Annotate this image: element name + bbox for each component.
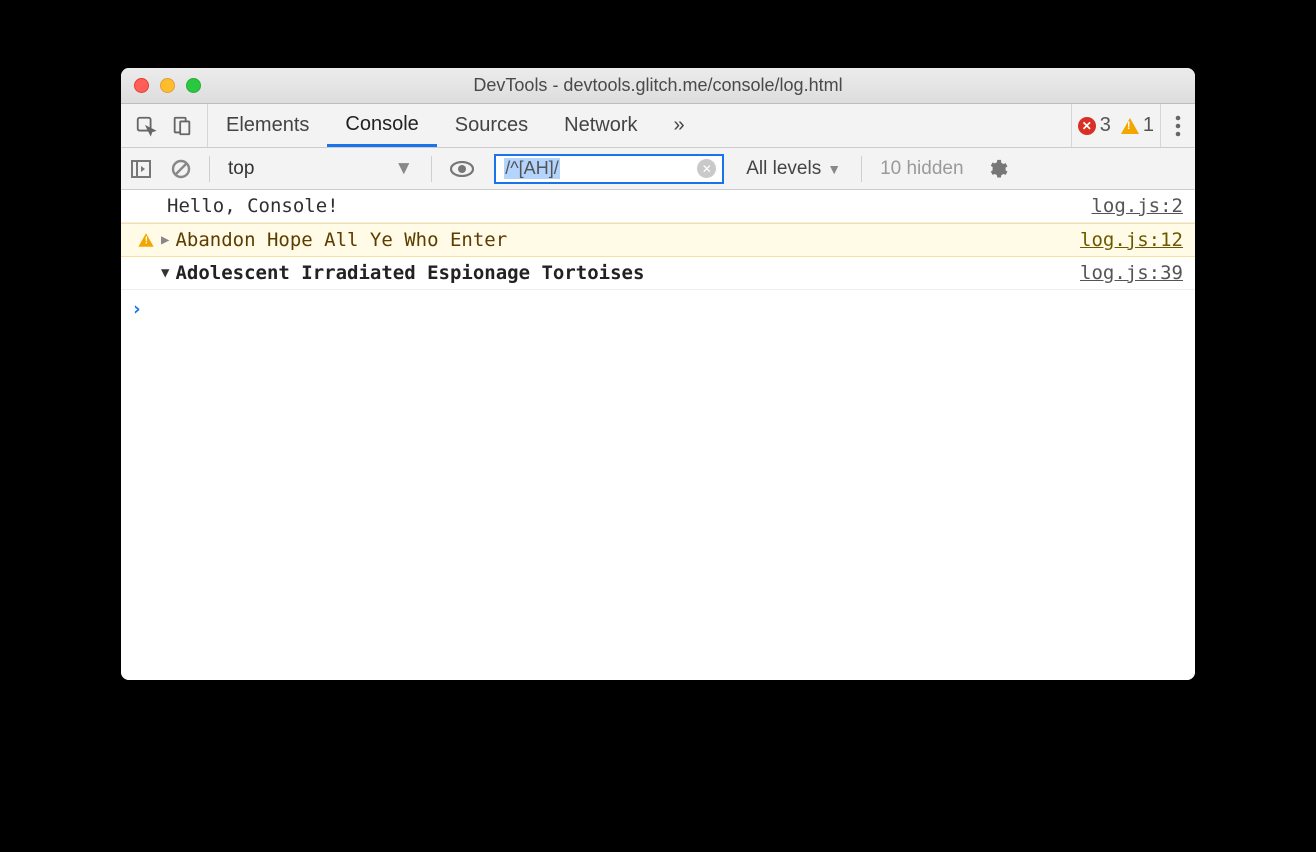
chevron-down-icon: ▼ [827,161,841,177]
main-tabbar: Elements Console Sources Network » ✕ 3 1 [121,104,1195,148]
tab-console[interactable]: Console [327,104,436,147]
live-expression-icon[interactable] [440,161,484,177]
console-prompt[interactable]: › [121,290,1195,328]
levels-label: All levels [746,158,821,180]
chevron-down-icon: ▼ [394,158,413,180]
source-link[interactable]: log.js:2 [1091,195,1183,217]
more-menu-icon[interactable] [1161,104,1195,147]
console-output: Hello, Console! log.js:2 ▶ Abandon Hope … [121,190,1195,680]
log-levels-selector[interactable]: All levels ▼ [734,158,853,180]
console-toolbar: top ▼ /^[AH]/ ✕ All levels ▼ 10 hidden [121,148,1195,190]
message-text: Abandon Hope All Ye Who Enter [175,229,1080,251]
source-link[interactable]: log.js:39 [1080,262,1183,284]
tab-sources[interactable]: Sources [437,104,546,147]
filter-input[interactable]: /^[AH]/ ✕ [494,154,724,184]
tab-network[interactable]: Network [546,104,655,147]
warning-icon [1121,118,1139,134]
settings-gear-icon[interactable] [974,158,1020,180]
error-icon: ✕ [1078,117,1096,135]
clear-filter-icon[interactable]: ✕ [697,159,716,178]
disclosure-icon[interactable]: ▼ [161,265,169,281]
device-toggle-icon[interactable] [171,115,193,137]
tab-elements[interactable]: Elements [208,104,327,147]
hidden-count[interactable]: 10 hidden [870,158,973,180]
inspect-element-icon[interactable] [135,115,157,137]
clear-console-icon[interactable] [161,159,201,179]
disclosure-icon[interactable]: ▶ [161,232,169,248]
devtools-window: DevTools - devtools.glitch.me/console/lo… [121,68,1195,680]
more-tabs-chevron-icon[interactable]: » [656,104,703,147]
window-title: DevTools - devtools.glitch.me/console/lo… [121,75,1195,96]
issue-status[interactable]: ✕ 3 1 [1071,104,1161,147]
source-link[interactable]: log.js:12 [1080,229,1183,251]
console-message[interactable]: Hello, Console! log.js:2 [121,190,1195,223]
warning-badge[interactable]: 1 [1121,114,1154,137]
inspect-controls [121,104,208,147]
error-count: 3 [1100,114,1111,137]
filter-text: /^[AH]/ [504,158,559,179]
message-gutter [131,232,161,248]
warning-count: 1 [1143,114,1154,137]
warning-icon [138,233,153,247]
toggle-sidebar-icon[interactable] [121,160,161,178]
console-message-warning[interactable]: ▶ Abandon Hope All Ye Who Enter log.js:1… [121,223,1195,257]
console-message-group[interactable]: ▼ Adolescent Irradiated Espionage Tortoi… [121,257,1195,290]
error-badge[interactable]: ✕ 3 [1078,114,1111,137]
context-selector[interactable]: top ▼ [218,158,423,180]
prompt-caret-icon: › [131,298,142,320]
message-text: Adolescent Irradiated Espionage Tortoise… [175,262,1080,284]
message-text: Hello, Console! [167,195,1091,217]
context-label: top [228,158,254,180]
titlebar: DevTools - devtools.glitch.me/console/lo… [121,68,1195,104]
